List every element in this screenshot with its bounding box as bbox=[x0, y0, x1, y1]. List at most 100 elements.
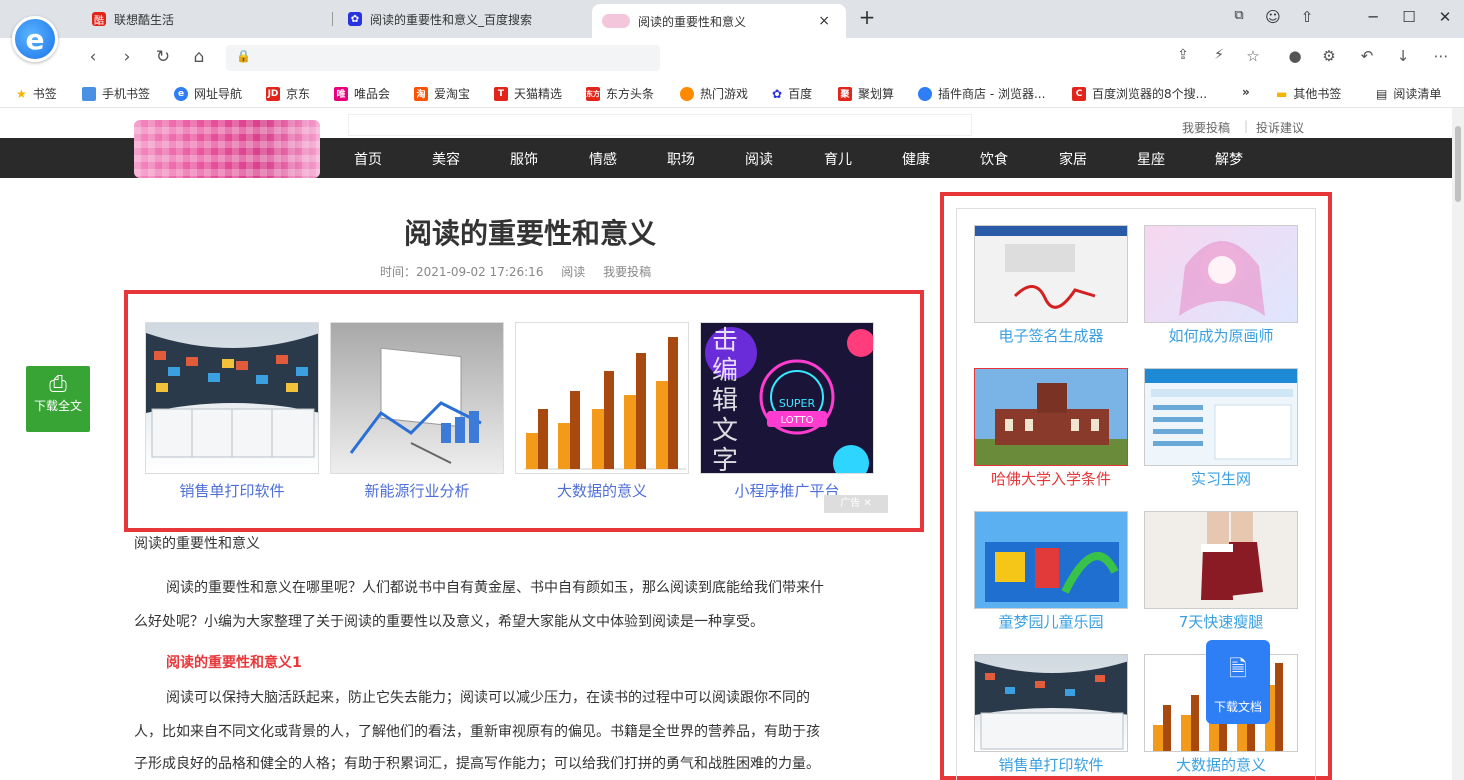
bookmark-item[interactable]: T 天猫精选 bbox=[494, 85, 562, 102]
nav-dreams[interactable]: 解梦 bbox=[1215, 149, 1243, 169]
ad-card[interactable]: 销售单打印软件 bbox=[145, 322, 319, 501]
paragraph-line: 么好处呢？小编为大家整理了关于阅读的重要性以及意义，希望大家能从文中体验到阅读是… bbox=[134, 614, 764, 630]
download-full-text-button[interactable]: ⎙ 下载全文 bbox=[26, 366, 90, 432]
ad-card[interactable]: 大数据的意义 bbox=[515, 322, 689, 501]
sidebar-card[interactable]: 电子签名生成器 bbox=[974, 225, 1128, 346]
site-logo[interactable] bbox=[134, 120, 320, 178]
bookmark-item[interactable]: e 网址导航 bbox=[174, 85, 242, 102]
bookmark-item[interactable]: C 百度浏览器的8个搜... bbox=[1072, 85, 1207, 102]
home-icon[interactable]: ⌂ bbox=[188, 47, 210, 67]
submit-link[interactable]: 我要投稿 bbox=[1182, 119, 1230, 136]
tab-label: 阅读的重要性和意义 bbox=[638, 14, 747, 29]
page-scrollbar[interactable] bbox=[1452, 108, 1464, 780]
extension-icon[interactable]: ● bbox=[1284, 47, 1306, 65]
nav-astrology[interactable]: 星座 bbox=[1137, 149, 1165, 169]
star-icon[interactable]: ☆ bbox=[1242, 47, 1264, 65]
bookmarks-more-button[interactable]: » bbox=[1242, 85, 1250, 99]
sidebar-caption[interactable]: 7天快速瘦腿 bbox=[1144, 611, 1298, 632]
sidebar-caption[interactable]: 大数据的意义 bbox=[1144, 754, 1298, 775]
bookmark-item[interactable]: ★ 书签 bbox=[16, 85, 57, 102]
nav-emotion[interactable]: 情感 bbox=[589, 149, 617, 169]
nav-career[interactable]: 职场 bbox=[667, 149, 695, 169]
new-tab-button[interactable]: + bbox=[856, 5, 878, 29]
nav-food[interactable]: 饮食 bbox=[980, 149, 1008, 169]
sidebar-caption[interactable]: 哈佛大学入学条件 bbox=[974, 468, 1128, 489]
sidebar-image-signature bbox=[974, 225, 1128, 323]
tab-lenovo[interactable]: 酷 联想酷生活 bbox=[82, 4, 326, 34]
nav-beauty[interactable]: 美容 bbox=[432, 149, 460, 169]
nav-home[interactable]: 首页 bbox=[354, 149, 382, 169]
close-window-button[interactable]: ✕ bbox=[1434, 8, 1456, 26]
menu-icon[interactable]: ⋯ bbox=[1430, 47, 1452, 65]
flash-icon[interactable]: ⚡ bbox=[1208, 47, 1230, 63]
complaint-link[interactable]: 投诉建议 bbox=[1256, 119, 1304, 136]
nav-health[interactable]: 健康 bbox=[902, 149, 930, 169]
incognito-icon[interactable]: ☺ bbox=[1262, 8, 1284, 26]
category-link[interactable]: 阅读 bbox=[561, 265, 585, 279]
sidebar-card[interactable]: 销售单打印软件 bbox=[974, 654, 1128, 775]
sidebar-card[interactable]: 如何成为原画师 bbox=[1144, 225, 1298, 346]
reading-list-button[interactable]: ▤ 阅读清单 bbox=[1376, 85, 1441, 102]
scrollbar-thumb[interactable] bbox=[1455, 126, 1461, 202]
browser-logo-icon[interactable]: e bbox=[12, 16, 58, 62]
sidebar-caption[interactable]: 电子签名生成器 bbox=[974, 325, 1128, 346]
site-search-input[interactable] bbox=[348, 114, 972, 136]
bookmark-item[interactable]: 插件商店 - 浏览器... bbox=[918, 85, 1045, 102]
tab-baidu-search[interactable]: ✿ 阅读的重要性和意义_百度搜索 bbox=[338, 4, 582, 34]
submit-link[interactable]: 我要投稿 bbox=[603, 265, 651, 279]
maximize-button[interactable]: ☐ bbox=[1398, 8, 1420, 26]
bookmark-item[interactable]: 淘 爱淘宝 bbox=[414, 85, 470, 102]
undo-close-icon[interactable]: ↶ bbox=[1356, 47, 1378, 65]
share-icon[interactable]: ⇪ bbox=[1172, 47, 1194, 63]
bookmark-item[interactable]: 热门游戏 bbox=[680, 85, 748, 102]
anime-girl-illustration bbox=[1179, 241, 1265, 316]
sidebar-caption[interactable]: 童梦园儿童乐园 bbox=[974, 611, 1128, 632]
ad-badge[interactable]: 广告 ✕ bbox=[824, 495, 888, 513]
signature-app-illustration bbox=[975, 226, 1127, 309]
address-bar[interactable] bbox=[226, 45, 660, 71]
sidebar-card[interactable]: 童梦园儿童乐园 bbox=[974, 511, 1128, 632]
sidebar-caption[interactable]: 销售单打印软件 bbox=[974, 754, 1128, 775]
sidebar-caption[interactable]: 如何成为原画师 bbox=[1144, 325, 1298, 346]
minimize-button[interactable]: ─ bbox=[1362, 8, 1384, 26]
web-page: 我要投稿 | 投诉建议 首页 美容 服饰 情感 职场 阅读 育儿 健康 饮食 家… bbox=[0, 108, 1452, 780]
ad-caption[interactable]: 新能源行业分析 bbox=[330, 480, 504, 501]
nav-parenting[interactable]: 育儿 bbox=[824, 149, 852, 169]
baidu-paw-icon: ✿ bbox=[772, 86, 783, 101]
bookmark-item[interactable]: JD 京东 bbox=[266, 85, 310, 102]
ad-caption[interactable]: 销售单打印软件 bbox=[145, 480, 319, 501]
sidebar-image-anime bbox=[1144, 225, 1298, 323]
nav-fashion[interactable]: 服饰 bbox=[510, 149, 538, 169]
nav-reading[interactable]: 阅读 bbox=[745, 149, 773, 169]
taobao-icon: 淘 bbox=[414, 86, 428, 101]
bookmark-item[interactable]: 唯 唯品会 bbox=[334, 85, 390, 102]
tab-list-icon[interactable]: ⧉ bbox=[1228, 8, 1250, 23]
reload-icon[interactable]: ↻ bbox=[152, 47, 174, 67]
eastday-icon: 东方 bbox=[586, 86, 600, 101]
bookmark-folder-other[interactable]: ▬ 其他书签 bbox=[1276, 85, 1341, 102]
sidebar-card[interactable]: 7天快速瘦腿 bbox=[1144, 511, 1298, 632]
forward-icon[interactable]: › bbox=[116, 47, 138, 67]
download-doc-button[interactable]: 🗎 下载文档 bbox=[1206, 640, 1270, 724]
reading-list-icon: ▤ bbox=[1376, 86, 1388, 101]
bookmark-item[interactable]: 手机书签 bbox=[82, 85, 150, 102]
back-icon[interactable]: ‹ bbox=[82, 47, 104, 67]
sidebar-card[interactable]: 哈佛大学入学条件 bbox=[974, 368, 1128, 489]
bookmark-item[interactable]: 东方 东方头条 bbox=[586, 85, 654, 102]
juhuasuan-icon: 聚 bbox=[838, 86, 852, 101]
ad-caption[interactable]: 大数据的意义 bbox=[515, 480, 689, 501]
plugin-icon[interactable]: ⚙ bbox=[1318, 47, 1340, 65]
tab-label: 阅读的重要性和意义_百度搜索 bbox=[370, 12, 533, 27]
skin-icon[interactable]: ⇧ bbox=[1296, 8, 1318, 26]
close-tab-icon[interactable]: × bbox=[818, 13, 830, 29]
sidebar-card[interactable]: 实习生网 bbox=[1144, 368, 1298, 489]
nav-home-living[interactable]: 家居 bbox=[1059, 149, 1087, 169]
jd-icon: JD bbox=[266, 86, 280, 101]
printer-wall-illustration bbox=[975, 661, 1127, 750]
bookmark-item[interactable]: 聚 聚划算 bbox=[838, 85, 894, 102]
ad-card[interactable]: 新能源行业分析 bbox=[330, 322, 504, 501]
tab-active-article[interactable]: 阅读的重要性和意义 × bbox=[592, 4, 846, 38]
sidebar-caption[interactable]: 实习生网 bbox=[1144, 468, 1298, 489]
bookmark-item[interactable]: ✿ 百度 bbox=[772, 85, 812, 102]
download-icon[interactable]: ↓ bbox=[1392, 47, 1414, 65]
